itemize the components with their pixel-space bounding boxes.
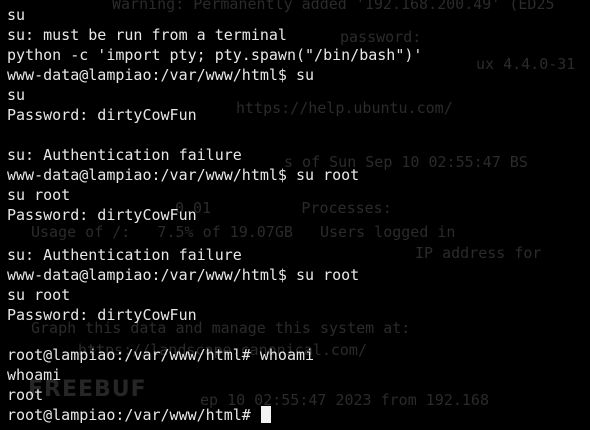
output-line: root@lampiao:/var/www/html# whoami	[7, 346, 315, 364]
ghost-line: ux 4.4.0-31	[476, 55, 576, 73]
output-line: www-data@lampiao:/var/www/html$ su root	[7, 166, 360, 184]
output-line: Password: dirtyCowFun	[7, 306, 197, 324]
output-line: su: Authentication failure	[7, 146, 242, 164]
output-line: Password: dirtyCowFun	[7, 206, 197, 224]
output-line: Password: dirtyCowFun	[7, 106, 197, 124]
output-line: su: Authentication failure	[7, 246, 242, 264]
output-line: su	[7, 86, 26, 104]
text-cursor[interactable]	[260, 406, 271, 423]
output-line: su root	[7, 286, 71, 304]
output-line: whoami	[7, 366, 62, 384]
output-line: root	[7, 386, 44, 404]
terminal-window[interactable]: Warning: Permanently added '192.168.200.…	[0, 0, 590, 430]
terminal-output: su su: must be run from a terminal pytho…	[7, 5, 422, 425]
output-line: su	[7, 6, 26, 24]
output-line: su: must be run from a terminal	[7, 26, 287, 44]
ghost-line: IP address for	[415, 244, 542, 262]
prompt-line[interactable]: root@lampiao:/var/www/html#	[7, 405, 422, 425]
shell-prompt: root@lampiao:/var/www/html#	[7, 406, 260, 424]
output-line: python -c 'import pty; pty.spawn("/bin/b…	[7, 46, 423, 64]
output-line: su root	[7, 186, 71, 204]
output-line: www-data@lampiao:/var/www/html$ su	[7, 66, 315, 84]
output-line: www-data@lampiao:/var/www/html$ su root	[7, 266, 360, 284]
